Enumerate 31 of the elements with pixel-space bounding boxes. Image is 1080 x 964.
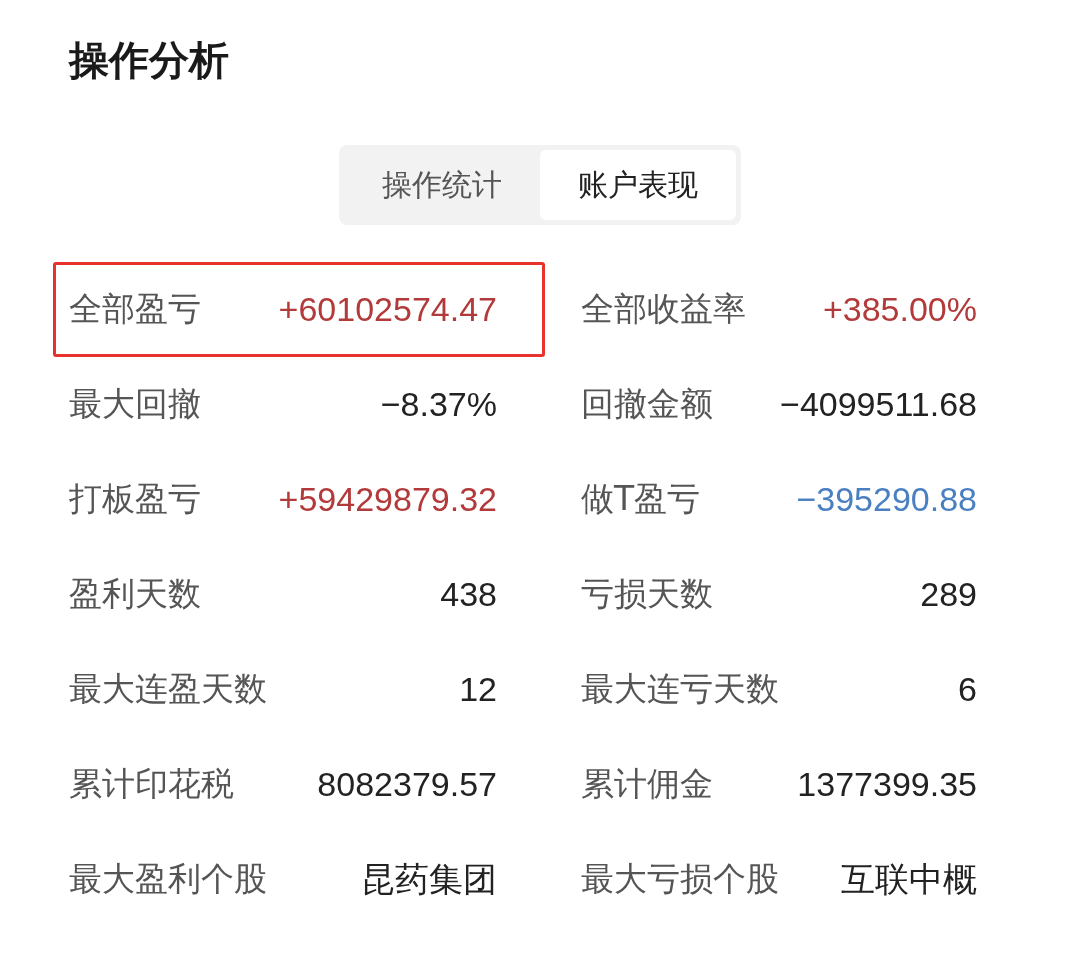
tab[interactable]: 账户表现 bbox=[540, 150, 736, 220]
stat-label: 累计印花税 bbox=[69, 763, 234, 805]
stat-label: 亏损天数 bbox=[581, 573, 713, 615]
stat-value: 438 bbox=[440, 575, 497, 614]
stat-value: 互联中概 bbox=[841, 858, 977, 900]
stat-value: +60102574.47 bbox=[278, 290, 497, 329]
stat-value: 12 bbox=[459, 670, 497, 709]
stat-label: 最大连盈天数 bbox=[69, 668, 267, 710]
stat-value: 289 bbox=[920, 575, 977, 614]
stat-value: 8082379.57 bbox=[317, 765, 497, 804]
stat-value: +385.00% bbox=[822, 290, 977, 329]
stat-value: +59429879.32 bbox=[278, 480, 497, 519]
stat-label: 最大盈利个股 bbox=[69, 858, 267, 900]
stat-label: 全部盈亏 bbox=[69, 288, 201, 330]
stat-value: 6 bbox=[958, 670, 977, 709]
stat-label: 做T盈亏 bbox=[581, 478, 701, 520]
stat-label: 最大亏损个股 bbox=[581, 858, 779, 900]
stat-value: −4099511.68 bbox=[780, 385, 977, 424]
stat-value: −8.37% bbox=[380, 385, 497, 424]
stat-value: −395290.88 bbox=[796, 480, 977, 519]
stat-value: 1377399.35 bbox=[797, 765, 977, 804]
stat-label: 全部收益率 bbox=[581, 288, 746, 330]
stat-label: 回撤金额 bbox=[581, 383, 713, 425]
stat-value: 昆药集团 bbox=[361, 858, 497, 900]
stat-label: 最大回撤 bbox=[69, 383, 201, 425]
tab[interactable]: 操作统计 bbox=[344, 150, 540, 220]
stat-label: 最大连亏天数 bbox=[581, 668, 779, 710]
stat-label: 累计佣金 bbox=[581, 763, 713, 805]
stat-label: 打板盈亏 bbox=[69, 478, 201, 520]
stat-label: 盈利天数 bbox=[69, 573, 201, 615]
page-title: 操作分析 bbox=[69, 36, 230, 85]
